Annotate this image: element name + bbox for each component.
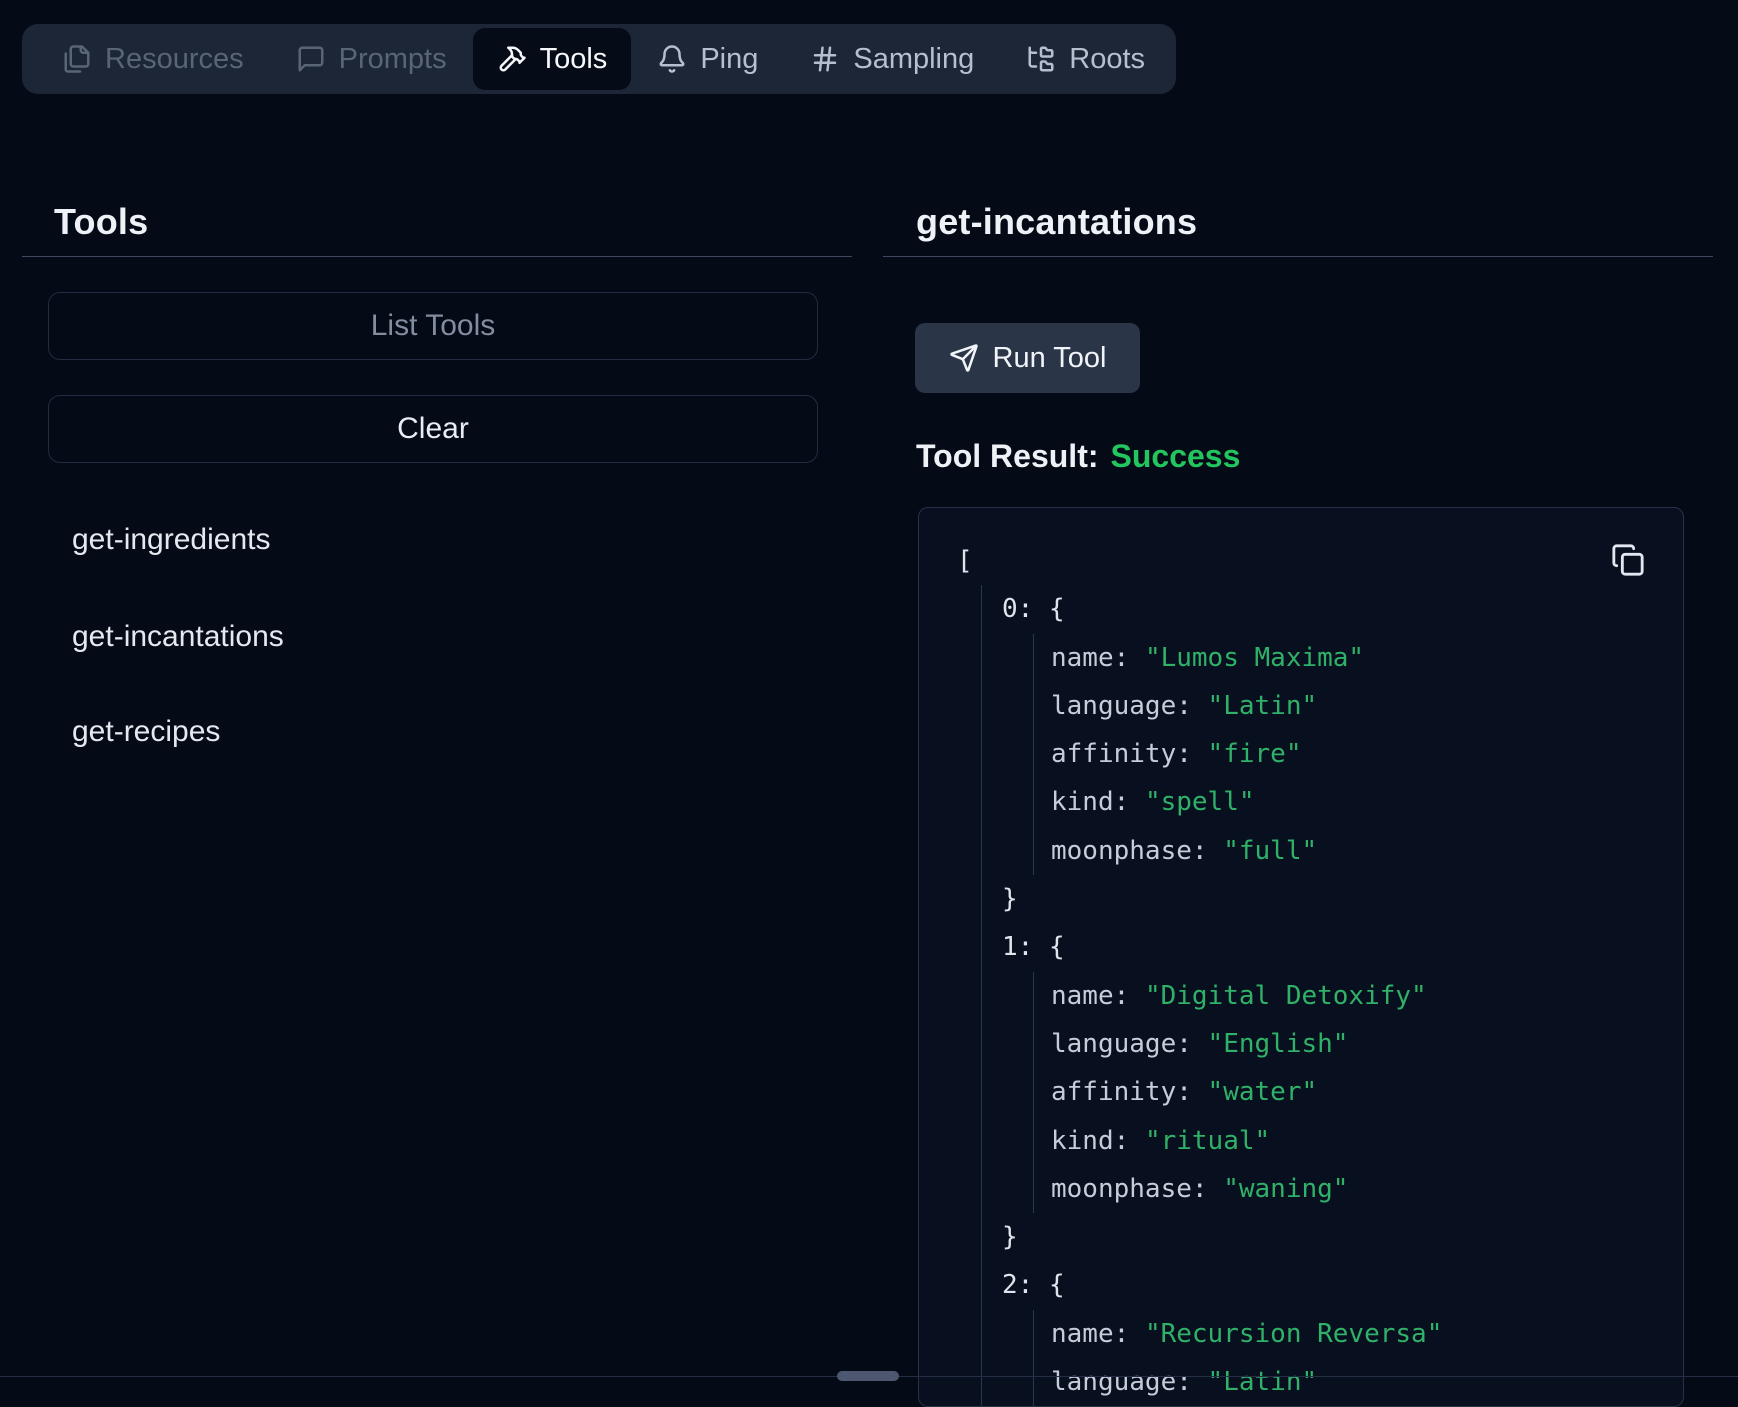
tab-label: Ping — [700, 43, 758, 76]
json-row: } — [1002, 875, 1683, 923]
json-tree: [0: {name: "Lumos Maxima"language: "Lati… — [957, 537, 1683, 1406]
run-tool-button[interactable]: Run Tool — [915, 323, 1140, 393]
list-tools-button[interactable]: List Tools — [48, 292, 818, 360]
tab-tools[interactable]: Tools — [473, 28, 632, 90]
json-row: 0: { — [1002, 585, 1683, 633]
tool-list-item-get-recipes[interactable]: get-recipes — [72, 712, 220, 752]
hash-icon — [810, 44, 840, 74]
tab-label: Sampling — [853, 43, 974, 76]
json-row: language: "Latin" — [1051, 1358, 1683, 1406]
tab-prompts[interactable]: Prompts — [270, 24, 473, 94]
clear-button[interactable]: Clear — [48, 395, 818, 463]
json-array-scope: 0: {name: "Lumos Maxima"language: "Latin… — [981, 585, 1683, 1406]
send-icon — [949, 343, 979, 373]
json-row: kind: "spell" — [1051, 778, 1683, 826]
json-object-scope: name: "Recursion Reversa"language: "Lati… — [1033, 1310, 1683, 1407]
tab-label: Resources — [105, 43, 244, 76]
message-square-icon — [296, 44, 326, 74]
copy-icon — [1611, 543, 1645, 577]
json-object-scope: name: "Lumos Maxima"language: "Latin"aff… — [1033, 634, 1683, 875]
files-icon — [62, 44, 92, 74]
json-row: [ — [957, 537, 1683, 585]
json-row: affinity: "fire" — [1051, 730, 1683, 778]
json-row: 1: { — [1002, 923, 1683, 971]
left-panel-divider — [22, 256, 852, 257]
tab-sampling[interactable]: Sampling — [784, 24, 1000, 94]
json-row: language: "Latin" — [1051, 682, 1683, 730]
right-panel-divider — [883, 256, 1713, 257]
json-row: name: "Recursion Reversa" — [1051, 1310, 1683, 1358]
json-row: moonphase: "waning" — [1051, 1165, 1683, 1213]
horizontal-scrollbar-thumb[interactable] — [837, 1371, 899, 1381]
tab-roots[interactable]: Roots — [1000, 24, 1171, 94]
clear-button-label: Clear — [397, 412, 469, 446]
json-row: } — [1002, 1213, 1683, 1261]
selected-tool-title: get-incantations — [916, 201, 1197, 243]
tab-label: Tools — [540, 43, 608, 76]
folder-tree-icon — [1026, 44, 1056, 74]
tab-label: Prompts — [339, 43, 447, 76]
json-row: affinity: "water" — [1051, 1068, 1683, 1116]
json-row: name: "Digital Detoxify" — [1051, 972, 1683, 1020]
tool-result-line: Tool Result: Success — [916, 438, 1240, 475]
tool-result-status: Success — [1111, 438, 1241, 474]
tab-ping[interactable]: Ping — [631, 24, 784, 94]
json-row: language: "English" — [1051, 1020, 1683, 1068]
tool-result-json-viewer[interactable]: [0: {name: "Lumos Maxima"language: "Lati… — [918, 507, 1684, 1407]
run-tool-button-label: Run Tool — [993, 342, 1107, 375]
json-row: name: "Lumos Maxima" — [1051, 634, 1683, 682]
hammer-icon — [497, 44, 527, 74]
list-tools-button-label: List Tools — [371, 309, 496, 343]
tab-resources[interactable]: Resources — [36, 24, 270, 94]
bell-icon — [657, 44, 687, 74]
copy-button[interactable] — [1609, 542, 1647, 580]
json-row: moonphase: "full" — [1051, 827, 1683, 875]
tab-bar: Resources Prompts Tools Ping Sampling Roots — [22, 24, 1176, 94]
tool-list-item-get-ingredients[interactable]: get-ingredients — [72, 520, 270, 560]
json-object-scope: name: "Digital Detoxify"language: "Engli… — [1033, 972, 1683, 1213]
tool-list-item-get-incantations[interactable]: get-incantations — [72, 617, 284, 657]
left-panel-title: Tools — [54, 201, 148, 243]
json-row: kind: "ritual" — [1051, 1117, 1683, 1165]
tab-label: Roots — [1069, 43, 1145, 76]
json-row: 2: { — [1002, 1261, 1683, 1309]
tool-result-label: Tool Result: — [916, 438, 1099, 474]
